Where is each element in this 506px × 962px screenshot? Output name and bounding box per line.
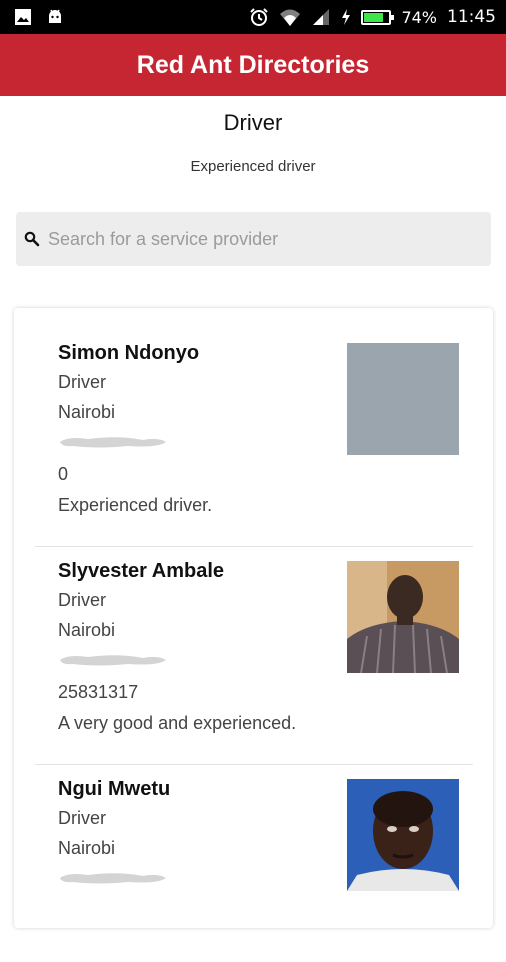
provider-id: 25831317 <box>58 682 139 702</box>
search-input[interactable] <box>46 227 470 251</box>
image-icon <box>15 9 31 25</box>
status-right: 74% 11:45 <box>249 7 496 27</box>
provider-name: Ngui Mwetu <box>58 778 171 800</box>
wifi-icon <box>280 9 301 26</box>
android-icon <box>49 9 61 23</box>
app-bar: Red Ant Directories <box>0 34 506 96</box>
provider-card[interactable]: Simon Ndonyo Driver Nairobi 0 Experience… <box>14 308 493 526</box>
category-subtitle: Experienced driver <box>190 158 316 175</box>
search-icon <box>24 231 40 247</box>
provider-card[interactable]: Ngui Mwetu Driver Nairobi <box>14 744 493 962</box>
category-title: Driver <box>223 110 283 135</box>
status-bar: 74% 11:45 <box>0 0 506 34</box>
provider-location: Nairobi <box>58 838 116 858</box>
signal-icon <box>313 9 330 25</box>
provider-role: Driver <box>58 590 106 610</box>
redacted-phone <box>60 655 166 666</box>
provider-name: Simon Ndonyo <box>58 342 200 364</box>
provider-photo <box>347 561 459 673</box>
clock: 11:45 <box>447 7 496 27</box>
battery-icon <box>361 9 395 25</box>
charging-icon <box>342 9 351 25</box>
provider-description: A very good and experienced. <box>58 713 297 733</box>
status-left <box>14 8 64 26</box>
battery-percent: 74% <box>401 7 437 27</box>
provider-name: Slyvester Ambale <box>58 560 225 582</box>
provider-photo <box>347 779 459 891</box>
redacted-phone <box>60 437 166 448</box>
app-title: Red Ant Directories <box>136 50 370 79</box>
redacted-phone <box>60 873 166 884</box>
search-bar[interactable] <box>16 212 491 266</box>
provider-role: Driver <box>58 372 106 392</box>
provider-role: Driver <box>58 808 106 828</box>
alarm-icon <box>250 8 269 26</box>
provider-card[interactable]: Slyvester Ambale Driver Nairobi 25831317… <box>14 526 493 744</box>
provider-description: Experienced driver. <box>58 495 213 515</box>
provider-photo <box>347 343 459 455</box>
provider-list: Simon Ndonyo Driver Nairobi 0 Experience… <box>14 308 493 928</box>
provider-id: 0 <box>58 464 69 484</box>
provider-location: Nairobi <box>58 620 116 640</box>
provider-location: Nairobi <box>58 402 116 422</box>
